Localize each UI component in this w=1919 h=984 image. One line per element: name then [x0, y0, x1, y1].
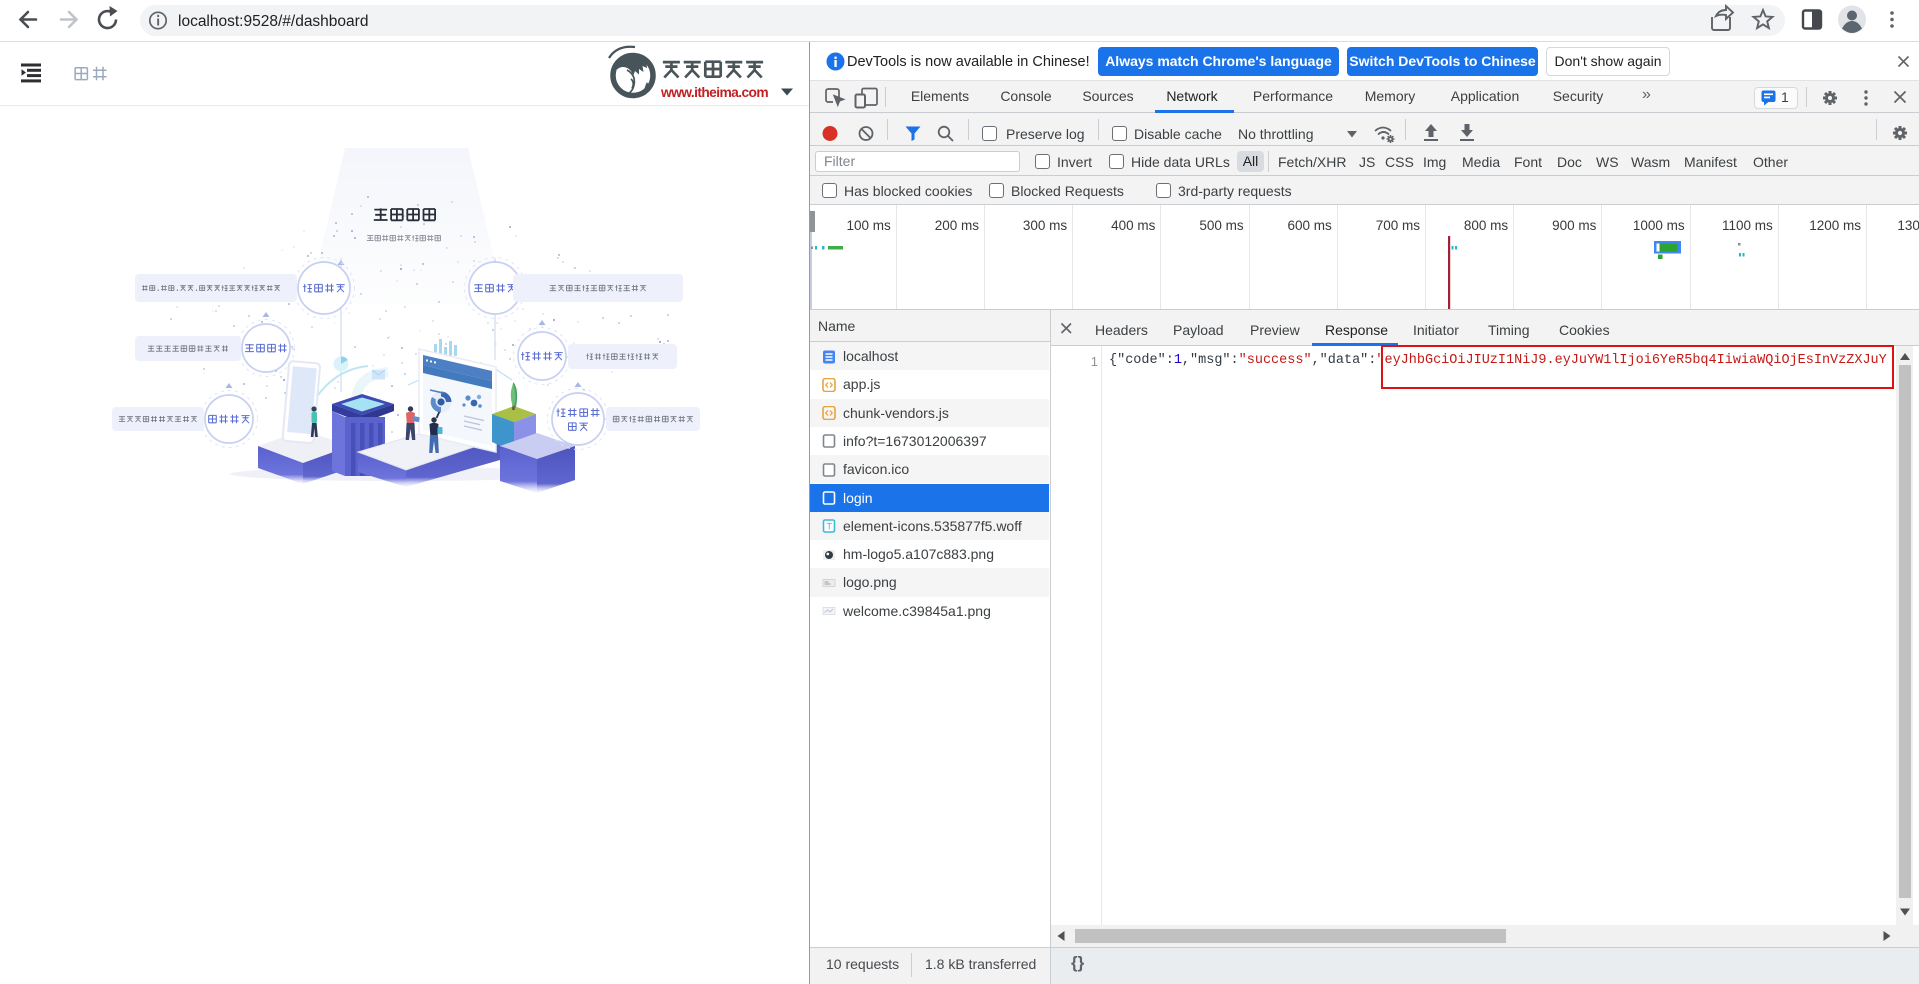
svg-text:localhost:9528/#/dashboard: localhost:9528/#/dashboard — [178, 13, 368, 30]
svg-text:www.itheima.com: www.itheima.com — [660, 85, 768, 100]
svg-text:T: T — [827, 522, 833, 532]
